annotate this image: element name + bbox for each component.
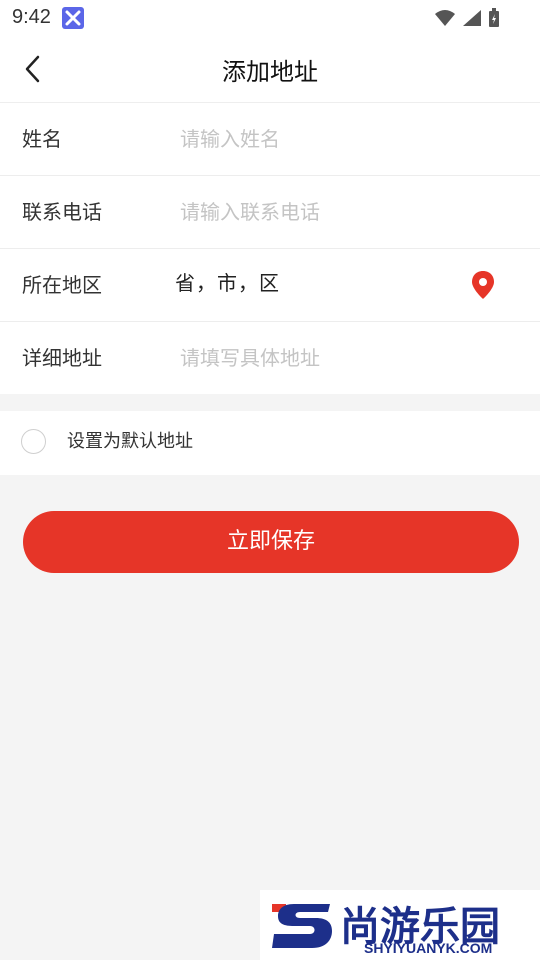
wifi-icon — [434, 9, 456, 31]
status-bar: 9:42 — [0, 0, 540, 36]
region-row[interactable]: 所在地区 省，市，区 — [0, 249, 540, 322]
detail-address-input[interactable] — [180, 340, 500, 376]
name-row: 姓名 — [0, 103, 540, 176]
name-input[interactable] — [180, 121, 500, 157]
default-address-radio[interactable] — [21, 429, 46, 454]
detail-row: 详细地址 — [0, 322, 540, 394]
signal-icon — [462, 9, 482, 31]
page-title: 添加地址 — [222, 58, 318, 86]
watermark: 尚游乐园 SHYIYUANYK.COM — [260, 890, 540, 960]
battery-icon — [488, 8, 500, 32]
status-time: 9:42 — [12, 6, 51, 28]
address-form: 姓名 联系电话 所在地区 省，市，区 详细地址 — [0, 103, 540, 394]
phone-row: 联系电话 — [0, 176, 540, 249]
phone-input[interactable] — [180, 194, 500, 230]
region-value[interactable]: 省，市，区 — [175, 267, 280, 296]
default-address-row[interactable]: 设置为默认地址 — [0, 411, 540, 475]
app-notification-icon — [62, 7, 84, 29]
save-button[interactable]: 立即保存 — [23, 511, 519, 573]
detail-label: 详细地址 — [22, 346, 102, 370]
header: 添加地址 — [0, 36, 540, 103]
location-pin-icon[interactable] — [470, 270, 496, 304]
region-label: 所在地区 — [22, 273, 102, 297]
name-label: 姓名 — [22, 127, 62, 151]
watermark-logo — [272, 904, 332, 948]
default-address-label: 设置为默认地址 — [67, 431, 193, 452]
phone-label: 联系电话 — [22, 200, 102, 224]
watermark-url: SHYIYUANYK.COM — [364, 940, 493, 956]
